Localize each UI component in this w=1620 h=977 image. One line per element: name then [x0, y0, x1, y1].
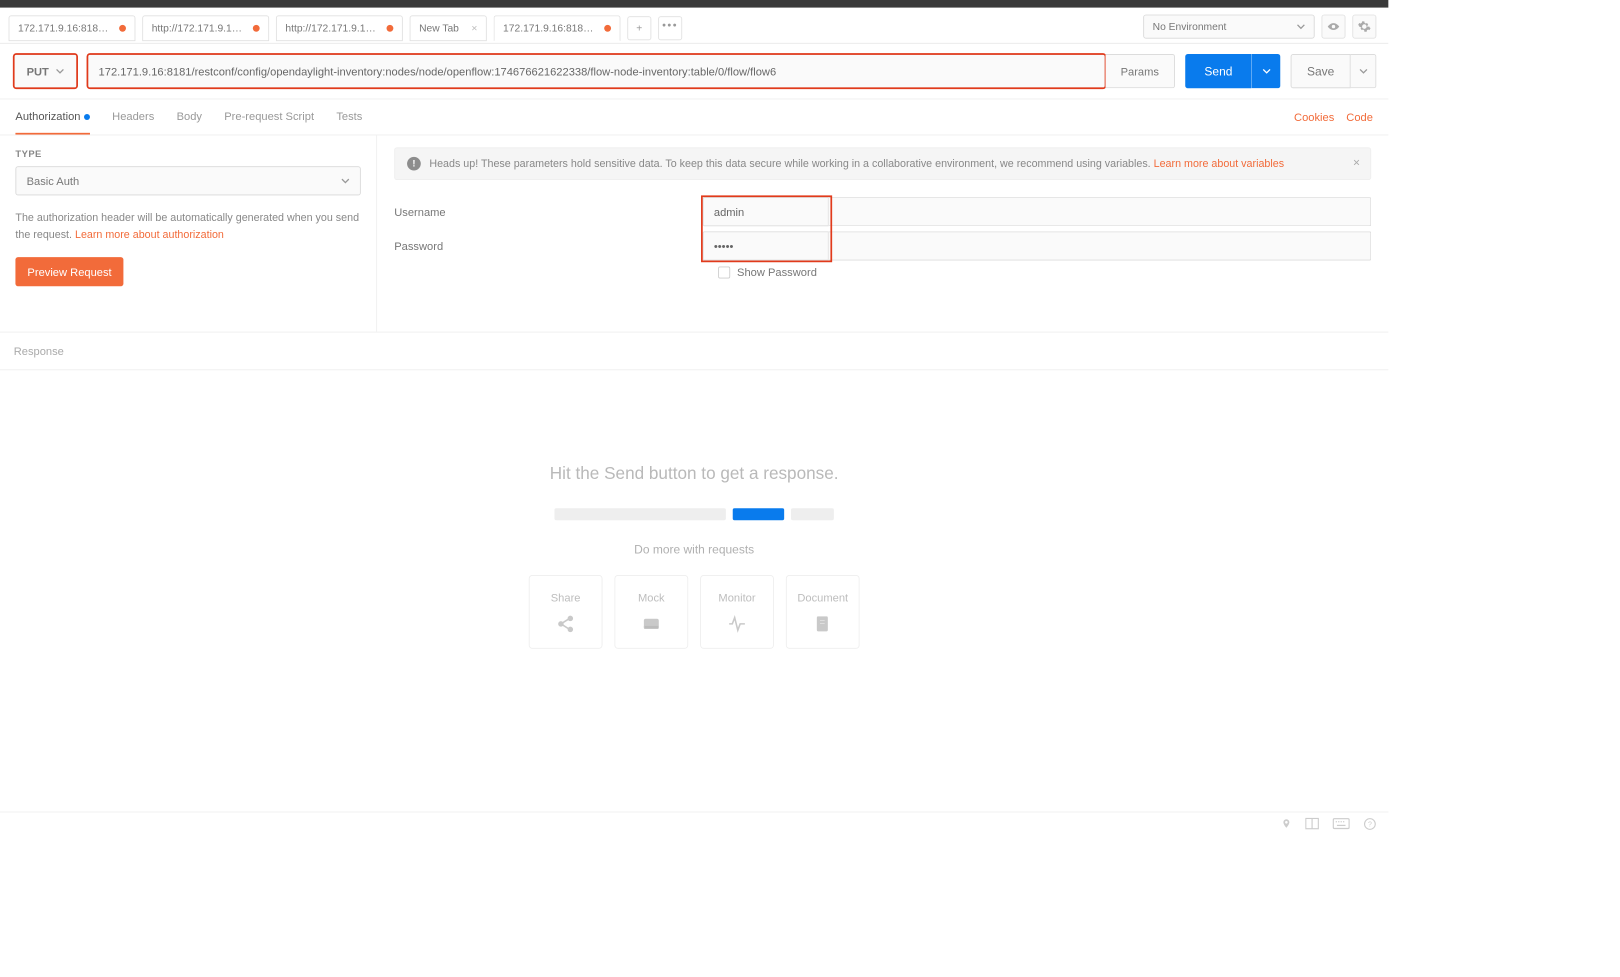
- request-tab[interactable]: New Tab×: [410, 15, 487, 41]
- response-empty-text: Hit the Send button to get a response.: [550, 464, 839, 484]
- share-icon: [556, 614, 575, 633]
- chevron-down-icon: [1262, 67, 1271, 76]
- status-bar: ?: [0, 812, 1388, 838]
- username-input[interactable]: [703, 197, 829, 226]
- type-label: TYPE: [15, 149, 360, 159]
- two-pane-icon[interactable]: [1305, 818, 1319, 833]
- learn-more-auth-link[interactable]: Learn more about authorization: [75, 229, 224, 241]
- sensitive-data-banner: ! Heads up! These parameters hold sensit…: [394, 147, 1371, 180]
- response-body: Hit the Send button to get a response. D…: [0, 370, 1388, 850]
- dirty-dot-icon: [119, 24, 126, 31]
- chevron-down-icon: [1297, 22, 1306, 31]
- auth-type-select[interactable]: Basic Auth: [15, 166, 360, 195]
- dirty-dot-icon: [253, 24, 260, 31]
- code-link[interactable]: Code: [1346, 111, 1373, 124]
- svg-text:?: ?: [1368, 821, 1372, 828]
- document-icon: [813, 614, 832, 633]
- auth-sidebar: TYPE Basic Auth The authorization header…: [0, 135, 377, 331]
- new-tab-button[interactable]: +: [627, 16, 651, 40]
- location-icon[interactable]: [1281, 817, 1291, 833]
- tab-overflow-button[interactable]: •••: [658, 16, 682, 40]
- save-dropdown[interactable]: [1351, 54, 1377, 88]
- tab-headers[interactable]: Headers: [112, 99, 154, 134]
- indicator-dot-icon: [84, 114, 90, 120]
- password-label: Password: [394, 240, 703, 253]
- monitor-tile[interactable]: Monitor: [700, 575, 774, 649]
- settings-button[interactable]: [1352, 15, 1376, 39]
- do-more-text: Do more with requests: [634, 542, 754, 556]
- learn-more-variables-link[interactable]: Learn more about variables: [1154, 158, 1284, 170]
- chevron-down-icon: [56, 67, 65, 76]
- auth-help-text: The authorization header will be automat…: [15, 209, 360, 243]
- eye-icon: [1327, 21, 1341, 31]
- close-icon[interactable]: ×: [471, 22, 477, 34]
- request-sections: Authorization Headers Body Pre-request S…: [0, 99, 1388, 135]
- help-icon[interactable]: ?: [1363, 817, 1376, 832]
- placeholder-bar: [554, 508, 725, 520]
- placeholder-bar: [791, 508, 834, 520]
- chevron-down-icon: [1359, 67, 1368, 76]
- tab-prerequest[interactable]: Pre-request Script: [224, 99, 314, 134]
- environment-select[interactable]: No Environment: [1143, 15, 1314, 39]
- show-password-label: Show Password: [737, 266, 817, 279]
- mock-tile[interactable]: Mock: [614, 575, 688, 649]
- info-icon: !: [407, 157, 421, 171]
- request-tab[interactable]: http://172.171.9.16:81: [142, 15, 269, 41]
- params-button[interactable]: Params: [1105, 54, 1175, 88]
- tab-authorization[interactable]: Authorization: [15, 99, 89, 134]
- gear-icon: [1357, 20, 1371, 34]
- send-button[interactable]: Send: [1186, 54, 1252, 88]
- chevron-down-icon: [341, 177, 350, 186]
- request-builder: PUT 172.171.9.16:8181/restconf/config/op…: [0, 44, 1388, 100]
- activity-icon: [727, 614, 748, 633]
- preview-request-button[interactable]: Preview Request: [15, 257, 123, 286]
- method-select[interactable]: PUT: [14, 54, 77, 88]
- share-tile[interactable]: Share: [529, 575, 603, 649]
- response-header: Response: [0, 333, 1388, 371]
- save-button[interactable]: Save: [1291, 54, 1351, 88]
- password-input-ext[interactable]: [829, 231, 1371, 260]
- send-dropdown[interactable]: [1251, 54, 1280, 88]
- server-icon: [642, 614, 661, 633]
- tab-body[interactable]: Body: [177, 99, 202, 134]
- tabs-bar: 172.171.9.16:8181/res http://172.171.9.1…: [0, 8, 1388, 44]
- placeholder-bar-accent: [733, 508, 784, 520]
- show-password-checkbox[interactable]: [718, 266, 730, 278]
- keyboard-icon[interactable]: [1333, 818, 1350, 833]
- dirty-dot-icon: [387, 24, 394, 31]
- banner-close-button[interactable]: ×: [1353, 155, 1360, 169]
- password-input[interactable]: [703, 231, 829, 260]
- request-tab[interactable]: 172.171.9.16:8181/res: [9, 15, 136, 41]
- url-input[interactable]: 172.171.9.16:8181/restconf/config/openda…: [87, 54, 1105, 88]
- request-tab-active[interactable]: 172.171.9.16:8181/res: [494, 15, 621, 41]
- username-input-ext[interactable]: [829, 197, 1371, 226]
- dirty-dot-icon: [604, 24, 611, 31]
- document-tile[interactable]: Document: [786, 575, 860, 649]
- environment-quicklook-button[interactable]: [1321, 15, 1345, 39]
- username-label: Username: [394, 205, 703, 218]
- cookies-link[interactable]: Cookies: [1294, 111, 1334, 124]
- tab-tests[interactable]: Tests: [336, 99, 362, 134]
- request-tab[interactable]: http://172.171.9.14:81: [276, 15, 403, 41]
